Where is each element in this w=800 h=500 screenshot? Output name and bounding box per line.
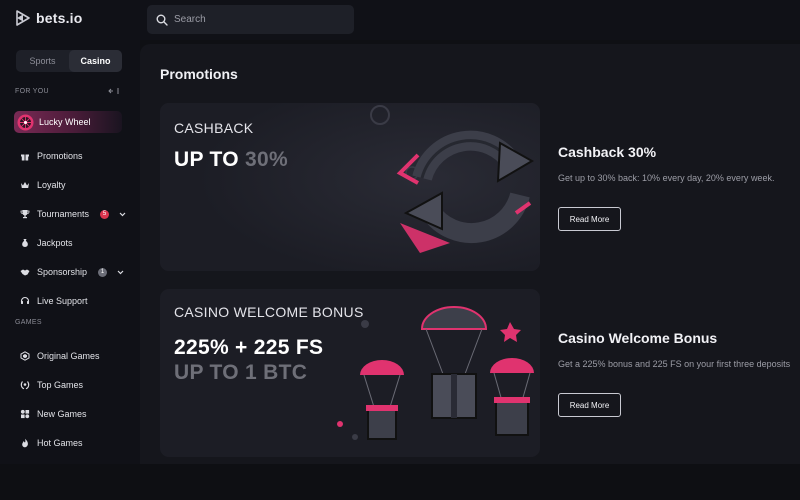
notification-badge: 1 xyxy=(98,267,108,277)
logo[interactable]: bets.io xyxy=(16,10,83,26)
search-box[interactable] xyxy=(147,5,354,34)
sidebar-item-original-games[interactable]: Original Games xyxy=(20,349,100,363)
promo-title: Cashback 30% xyxy=(558,144,657,160)
top-bar: bets.io xyxy=(0,0,800,40)
sidebar-item-label: Sponsorship xyxy=(37,267,88,277)
banner-headline-light: 225% + 225 FS xyxy=(174,336,324,359)
sidebar-item-live-support[interactable]: Live Support xyxy=(20,294,88,308)
sidebar-item-lucky-wheel[interactable]: Lucky Wheel xyxy=(14,111,122,133)
sidebar-item-label: Jackpots xyxy=(37,238,73,248)
chevron-down-icon[interactable] xyxy=(117,270,124,275)
promo-title: Casino Welcome Bonus xyxy=(558,330,718,346)
sidebar-item-label: Tournaments xyxy=(37,209,90,219)
promo-description: Get a 225% bonus and 225 FS on your firs… xyxy=(558,359,791,369)
sidebar-item-jackpots[interactable]: Jackpots xyxy=(20,236,73,250)
banner-headline-light: UP TO xyxy=(174,148,246,171)
tab-sports[interactable]: Sports xyxy=(16,50,69,72)
tab-casino[interactable]: Casino xyxy=(69,50,122,72)
chevron-down-icon[interactable] xyxy=(119,212,126,217)
promo-banner-cashback[interactable]: CASHBACK UP TO 30% xyxy=(160,103,540,271)
sidebar-item-label: Promotions xyxy=(37,151,83,161)
flame-icon xyxy=(22,438,28,448)
sidebar-item-label: Top Games xyxy=(37,380,84,390)
sidebar-item-tournaments[interactable]: Tournaments 5 xyxy=(20,207,126,221)
sidebar-item-sponsorship[interactable]: Sponsorship 1 xyxy=(20,265,124,279)
crown-icon xyxy=(21,182,29,188)
banner-subtitle: CASINO WELCOME BONUS xyxy=(174,304,364,320)
banner-subtitle: CASHBACK xyxy=(174,120,254,136)
sidebar-item-label: Hot Games xyxy=(37,438,83,448)
sidebar-item-new-games[interactable]: New Games xyxy=(20,407,87,421)
promo-description: Get up to 30% back: 10% every day, 20% e… xyxy=(558,173,775,183)
section-label-for-you: FOR YOU xyxy=(15,88,49,95)
sports-casino-toggle: Sports Casino xyxy=(16,50,122,72)
page-title: Promotions xyxy=(160,66,238,82)
laurel-icon xyxy=(20,381,30,390)
banner-headline: UP TO 30% xyxy=(174,148,288,172)
sidebar-item-top-games[interactable]: Top Games xyxy=(20,378,83,392)
sidebar-item-label: Original Games xyxy=(37,351,100,361)
gift-icon xyxy=(21,154,29,161)
search-icon xyxy=(156,14,168,26)
collapse-sidebar-icon[interactable] xyxy=(108,87,119,95)
banner-headline-dim: 30% xyxy=(245,148,288,171)
sidebar-item-loyalty[interactable]: Loyalty xyxy=(20,178,66,192)
trophy-icon xyxy=(20,210,30,219)
gem-icon xyxy=(20,351,30,361)
wheel-icon xyxy=(17,114,34,130)
promo-banner-welcome-bonus[interactable]: CASINO WELCOME BONUS 225% + 225 FS UP TO… xyxy=(160,289,540,457)
banner-headline-dim-text: UP TO 1 BTC xyxy=(174,361,308,384)
handshake-icon xyxy=(20,269,30,276)
money-bag-icon xyxy=(22,239,28,247)
section-label-games: GAMES xyxy=(15,319,42,326)
shapes-icon xyxy=(20,409,30,419)
search-input[interactable] xyxy=(174,14,344,25)
bottom-area xyxy=(0,464,800,500)
sidebar-item-label: Lucky Wheel xyxy=(39,117,91,127)
main-content: Promotions CASHBACK UP TO 30% Cashback 3… xyxy=(140,44,800,464)
read-more-button[interactable]: Read More xyxy=(558,207,621,231)
notification-badge: 5 xyxy=(100,209,110,219)
headset-icon xyxy=(20,296,30,304)
read-more-button[interactable]: Read More xyxy=(558,393,621,417)
logo-text: bets.io xyxy=(36,10,83,26)
sidebar-item-hot-games[interactable]: Hot Games xyxy=(20,436,83,450)
banner-headline-dim: UP TO 1 BTC xyxy=(174,361,307,385)
sidebar-item-label: Loyalty xyxy=(37,180,66,190)
sidebar: Sports Casino FOR YOU Lucky Wheel Promot… xyxy=(0,40,140,464)
sidebar-item-label: Live Support xyxy=(37,296,88,306)
logo-icon xyxy=(16,10,30,26)
sidebar-item-promotions[interactable]: Promotions xyxy=(20,149,83,163)
sidebar-item-label: New Games xyxy=(37,409,87,419)
